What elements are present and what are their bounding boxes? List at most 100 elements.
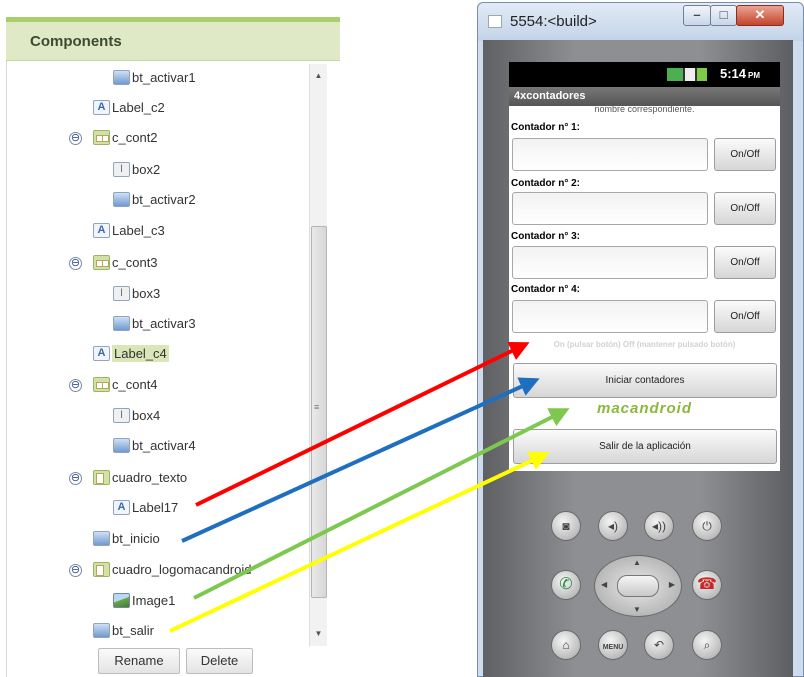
counter-field-3[interactable] (512, 246, 708, 279)
tree-item-label: Label_c4 (112, 344, 169, 362)
home-icon[interactable]: ⌂ (551, 630, 581, 660)
tree-item-c-cont2[interactable]: c_cont2 (93, 126, 158, 148)
status-bar: 5:14 PM (509, 62, 780, 87)
horizontal-arrangement-icon (93, 376, 110, 392)
tree-item-label: bt_activar1 (132, 69, 196, 85)
window-titlebar[interactable]: 5554:<build> – □ ✕ (478, 3, 803, 41)
tree-item-label: Label_c3 (112, 222, 165, 238)
onoff-button-2[interactable]: On/Off (714, 192, 776, 225)
status-clock: 5:14 PM (720, 66, 761, 81)
components-header: Components (6, 22, 340, 61)
signal-battery-icons (667, 68, 707, 81)
call-icon[interactable]: ✆ (551, 570, 581, 600)
dpad-center-button[interactable] (617, 575, 659, 597)
start-counters-button[interactable]: Iniciar contadores (513, 363, 777, 398)
tree-scrollbar[interactable]: ▲ ≡ ▼ (309, 64, 327, 646)
textbox-icon: I (113, 285, 130, 301)
onoff-button-3[interactable]: On/Off (714, 246, 776, 279)
back-icon[interactable]: ↶ (644, 630, 674, 660)
tree-item-image1[interactable]: Image1 (113, 589, 175, 611)
search-icon[interactable]: ⌕ (692, 630, 722, 660)
rename-button[interactable]: Rename (98, 648, 180, 674)
onoff-button-4[interactable]: On/Off (714, 300, 776, 333)
collapse-toggle-icon[interactable]: ⊖ (69, 132, 82, 145)
tree-item-label: Image1 (132, 592, 176, 608)
maximize-button[interactable]: □ (710, 5, 737, 26)
dpad-left-icon[interactable]: ◀ (601, 580, 607, 589)
tree-item-label: bt_activar2 (132, 191, 196, 207)
delete-button[interactable]: Delete (186, 648, 253, 674)
window-title: 5554:<build> (510, 13, 597, 30)
collapse-toggle-icon[interactable]: ⊖ (69, 472, 82, 485)
scroll-up-arrow-icon[interactable]: ▲ (310, 68, 327, 84)
hint-label: On (pulsar botón) Off (mantener pulsado … (553, 340, 736, 349)
counter-field-1[interactable] (512, 138, 708, 171)
tree-item-box2[interactable]: I box2 (113, 158, 160, 180)
collapse-toggle-icon[interactable]: ⊖ (69, 257, 82, 270)
end-call-icon[interactable]: ☎ (692, 570, 722, 600)
button-icon (113, 437, 130, 453)
volume-down-icon[interactable]: ◂) (598, 511, 628, 541)
power-icon[interactable]: ⏻ (692, 511, 722, 541)
dpad-down-icon[interactable]: ▼ (633, 605, 641, 614)
counter-label-2: Contador n° 2: (511, 178, 580, 189)
volume-up-icon[interactable]: ◂)) (644, 511, 674, 541)
scrollbar-thumb[interactable] (311, 226, 327, 598)
horizontal-arrangement-icon (93, 254, 110, 270)
camera-key-icon[interactable]: ◙ (551, 511, 581, 541)
tree-item-label17[interactable]: A Label17 (113, 496, 178, 518)
tree-item-label: cuadro_logomacandroid (112, 561, 252, 577)
horizontal-arrangement-icon (93, 129, 110, 145)
tree-item-label: c_cont2 (112, 129, 158, 145)
tree-item-bt-inicio[interactable]: bt_inicio (93, 527, 160, 549)
counter-label-4: Contador n° 4: (511, 284, 580, 295)
tree-item-bt-activar2[interactable]: bt_activar2 (113, 188, 196, 210)
button-icon (113, 69, 130, 85)
components-panel: Components bt_activar1 A Label_c2 ⊖ c_co… (0, 0, 341, 677)
dpad-right-icon[interactable]: ▶ (669, 580, 675, 589)
tree-item-label-c3[interactable]: A Label_c3 (93, 219, 165, 241)
label-icon: A (93, 345, 110, 361)
collapse-toggle-icon[interactable]: ⊖ (69, 379, 82, 392)
tree-item-label: bt_activar4 (132, 437, 196, 453)
textbox-icon: I (113, 161, 130, 177)
tree-item-label: Label_c2 (112, 99, 165, 115)
counter-field-2[interactable] (512, 192, 708, 225)
close-button[interactable]: ✕ (736, 5, 784, 26)
onoff-button-1[interactable]: On/Off (714, 138, 776, 171)
tree-item-label: bt_salir (112, 622, 154, 638)
scrollbar-grip-icon: ≡ (314, 402, 320, 412)
label-icon: A (93, 222, 110, 238)
exit-app-button[interactable]: Salir de la aplicación (513, 429, 777, 464)
dpad-up-icon[interactable]: ▲ (633, 558, 641, 567)
label-icon: A (113, 499, 130, 515)
tree-item-label: Label17 (132, 499, 179, 515)
minimize-button[interactable]: – (683, 5, 711, 26)
tree-item-box4[interactable]: I box4 (113, 404, 160, 426)
tree-item-cuadro-texto[interactable]: cuadro_texto (93, 466, 187, 488)
tree-item-label: c_cont4 (112, 376, 158, 392)
macandroid-logo: macandroid (596, 400, 693, 417)
dpad[interactable]: ▲ ▼ ◀ ▶ (594, 555, 682, 617)
app-title-bar: 4xcontadores (509, 87, 780, 106)
tree-item-c-cont4[interactable]: c_cont4 (93, 373, 158, 395)
counter-field-4[interactable] (512, 300, 708, 333)
tree-item-label: bt_activar3 (132, 315, 196, 331)
button-icon (113, 191, 130, 207)
tree-item-label-c2[interactable]: A Label_c2 (93, 96, 165, 118)
tree-item-box3[interactable]: I box3 (113, 282, 160, 304)
tree-item-c-cont3[interactable]: c_cont3 (93, 251, 158, 273)
tree-item-bt-activar3[interactable]: bt_activar3 (113, 312, 196, 334)
collapse-toggle-icon[interactable]: ⊖ (69, 564, 82, 577)
tree-item-bt-activar4[interactable]: bt_activar4 (113, 434, 196, 456)
menu-key-icon[interactable]: MENU (598, 630, 628, 660)
minimize-icon: – (693, 7, 701, 22)
tree-item-bt-activar1[interactable]: bt_activar1 (113, 66, 196, 88)
tree-item-bt-salir[interactable]: bt_salir (93, 619, 154, 641)
app-content: nombre correspondiente. Contador n° 1: O… (509, 106, 780, 471)
tree-item-cuadro-logomacandroid[interactable]: cuadro_logomacandroid (93, 558, 251, 580)
tree-item-label: cuadro_texto (112, 469, 188, 485)
tree-item-label-c4[interactable]: A Label_c4 (93, 342, 169, 364)
button-icon (93, 622, 110, 638)
scroll-down-arrow-icon[interactable]: ▼ (310, 626, 327, 642)
